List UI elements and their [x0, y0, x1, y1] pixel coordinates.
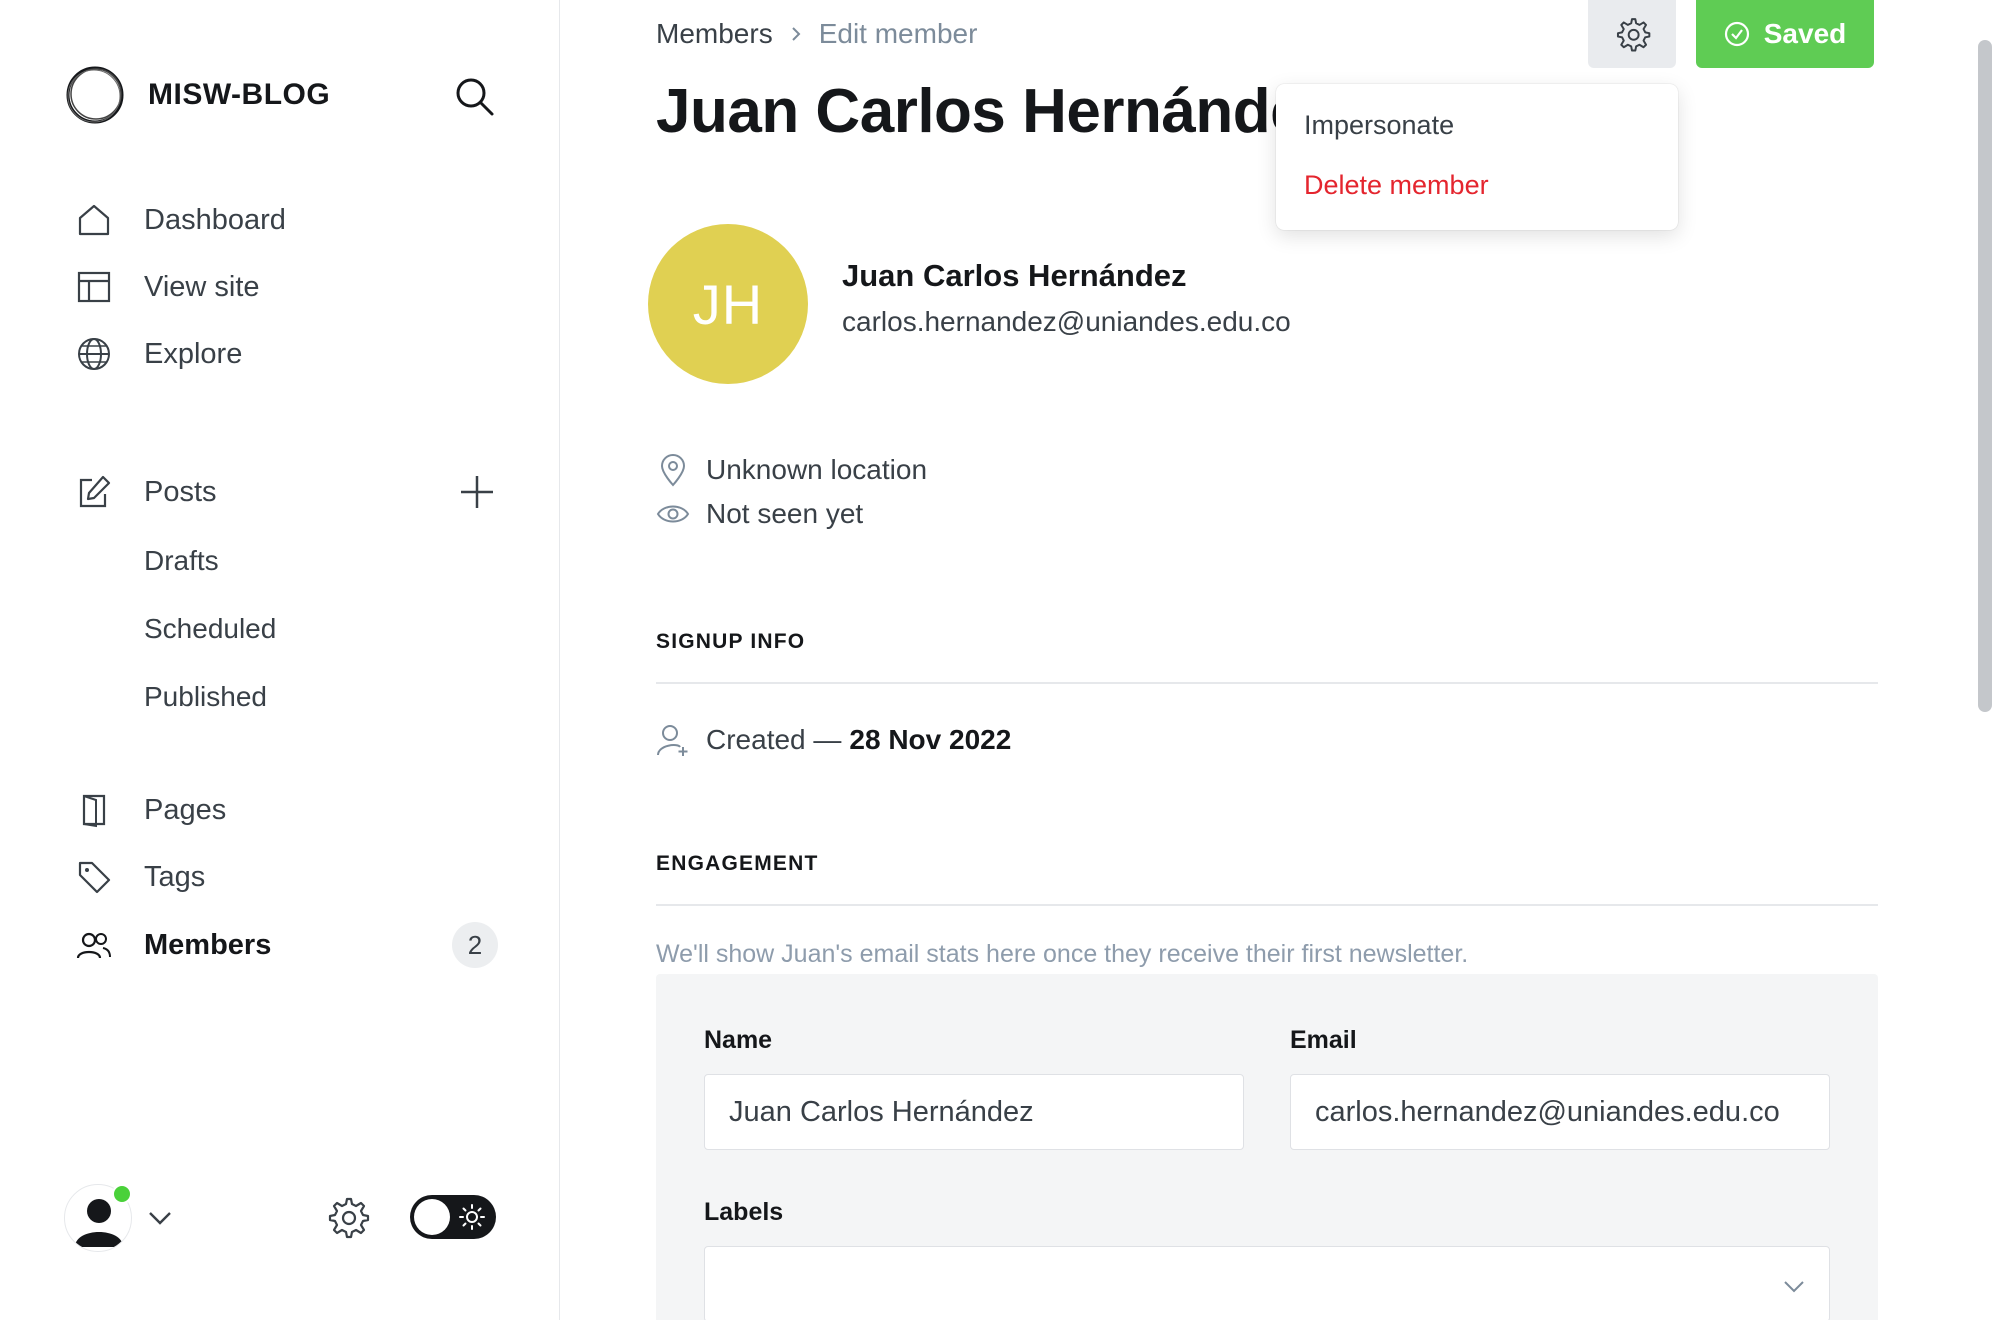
name-input[interactable]: Juan Carlos Hernández [704, 1074, 1244, 1150]
globe-icon [76, 336, 112, 372]
member-name: Juan Carlos Hernández [842, 258, 1187, 293]
members-count-badge: 2 [452, 922, 498, 968]
engagement-note: We'll show Juan's email stats here once … [656, 940, 1469, 968]
divider [656, 904, 1878, 906]
plus-icon[interactable] [458, 473, 496, 511]
chevron-down-icon[interactable] [146, 1204, 174, 1232]
member-email: carlos.hernandez@uniandes.edu.co [842, 306, 1291, 337]
chevron-right-icon [791, 27, 801, 41]
labels-field-label: Labels [704, 1198, 784, 1226]
map-pin-icon [656, 453, 690, 487]
member-form: Name Juan Carlos Hernández Email carlos.… [656, 974, 1878, 1320]
gear-icon [1616, 18, 1651, 52]
sidebar-item-label: Tags [144, 860, 206, 893]
saved-button[interactable]: Saved [1696, 0, 1874, 68]
search-icon[interactable] [452, 74, 496, 118]
sidebar: MISW-BLOG Dashboard View site Explore Po… [0, 0, 560, 1320]
impersonate-menu-item[interactable]: Impersonate [1304, 105, 1454, 145]
member-settings-button[interactable] [1588, 0, 1676, 68]
sidebar-item-scheduled[interactable]: Scheduled [144, 606, 276, 652]
sidebar-item-drafts[interactable]: Drafts [144, 538, 219, 584]
home-icon [76, 202, 112, 238]
signup-info-heading: SIGNUP INFO [656, 630, 806, 653]
sidebar-item-tags[interactable]: Tags [76, 852, 205, 902]
divider [656, 682, 1878, 684]
delete-member-menu-item[interactable]: Delete member [1304, 165, 1489, 205]
online-status-dot [112, 1184, 132, 1204]
member-last-seen: Not seen yet [656, 494, 863, 534]
sidebar-item-label: Explore [144, 337, 243, 370]
sidebar-item-label: Pages [144, 793, 227, 826]
sidebar-item-label: View site [144, 270, 260, 303]
name-field-label: Name [704, 1026, 773, 1054]
chevron-down-icon [1784, 1281, 1804, 1293]
gear-icon[interactable] [324, 1194, 370, 1240]
email-field-label: Email [1290, 1026, 1357, 1054]
sidebar-item-dashboard[interactable]: Dashboard [76, 195, 286, 245]
scrollbar[interactable] [1978, 40, 1992, 712]
toggle-knob [414, 1199, 450, 1235]
sidebar-item-label: Posts [144, 475, 217, 508]
sidebar-item-pages[interactable]: Pages [76, 785, 226, 835]
engagement-heading: ENGAGEMENT [656, 852, 819, 875]
main-content: Members Edit member Juan Carlos Hernánde… [560, 0, 2000, 1320]
check-circle-icon [1724, 21, 1749, 47]
user-add-icon [656, 723, 690, 757]
brand[interactable]: MISW-BLOG [64, 64, 330, 126]
sidebar-item-view-site[interactable]: View site [76, 262, 260, 312]
created-date: 28 Nov 2022 [849, 724, 1012, 755]
sidebar-item-explore[interactable]: Explore [76, 329, 242, 379]
layout-icon [76, 269, 112, 305]
breadcrumb: Members Edit member [656, 14, 977, 54]
page-title: Juan Carlos Hernández [656, 77, 1296, 146]
eye-icon [656, 497, 690, 531]
created-prefix: Created — [706, 724, 842, 755]
sidebar-item-label: Members [144, 928, 272, 961]
member-created: Created — 28 Nov 2022 [656, 720, 1011, 760]
breadcrumb-current: Edit member [818, 18, 978, 49]
sun-icon [459, 1204, 485, 1230]
pencil-square-icon [76, 474, 112, 510]
brand-name: MISW-BLOG [148, 78, 331, 111]
sidebar-item-members[interactable]: Members [76, 920, 271, 970]
member-location: Unknown location [656, 450, 927, 490]
users-icon [76, 927, 112, 963]
email-input[interactable]: carlos.hernandez@uniandes.edu.co [1290, 1074, 1830, 1150]
location-text: Unknown location [706, 454, 928, 485]
labels-select[interactable] [704, 1246, 1830, 1320]
saved-label: Saved [1763, 18, 1847, 49]
last-seen-text: Not seen yet [706, 498, 864, 529]
pages-icon [76, 792, 112, 828]
theme-toggle[interactable] [410, 1195, 496, 1239]
breadcrumb-members-link[interactable]: Members [656, 18, 773, 50]
brand-logo-icon [66, 66, 124, 124]
tag-icon [76, 859, 112, 895]
sidebar-item-posts[interactable]: Posts [76, 467, 217, 517]
member-avatar: JH [648, 224, 808, 384]
sidebar-item-published[interactable]: Published [144, 674, 267, 720]
sidebar-item-label: Dashboard [144, 203, 286, 236]
